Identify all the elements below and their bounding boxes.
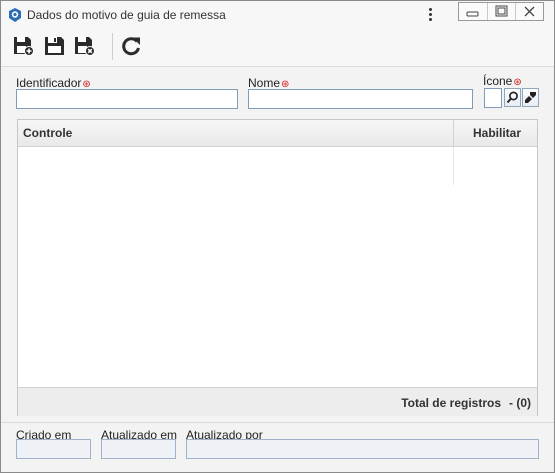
column-header-habilitar[interactable]: Habilitar [473, 126, 521, 140]
total-records-count: - (0) [509, 396, 531, 410]
toolbar-separator [112, 33, 113, 60]
eraser-icon [523, 92, 538, 109]
identificador-label: Identificador⊛ [16, 76, 91, 90]
grid-footer: Total de registros - (0) [18, 387, 537, 416]
icon-search-button[interactable] [504, 88, 521, 107]
save-close-button[interactable] [73, 34, 97, 58]
search-icon [505, 91, 520, 109]
updated-field [101, 439, 176, 459]
maximize-button[interactable] [487, 3, 515, 20]
app-logo-icon [7, 7, 23, 23]
close-button[interactable] [515, 3, 543, 20]
grid-header: Controle Habilitar [18, 120, 537, 147]
icone-label: Ícone⊛ [483, 74, 522, 88]
icon-clear-button[interactable] [522, 88, 539, 107]
save-close-icon [73, 37, 97, 61]
save-new-icon [12, 37, 36, 61]
total-records-label: Total de registros [401, 396, 501, 410]
identificador-input[interactable] [16, 89, 238, 109]
title-bar: Dados do motivo de guia de remessa [1, 1, 554, 29]
refresh-icon [119, 37, 143, 61]
minimize-button[interactable] [459, 3, 486, 20]
nome-label: Nome⊛ [248, 76, 290, 90]
save-icon [43, 37, 67, 61]
window-controls [458, 2, 544, 21]
nome-input[interactable] [248, 89, 473, 109]
updated-by-field [186, 439, 539, 459]
refresh-button[interactable] [119, 34, 143, 58]
icon-preview-box [484, 88, 502, 108]
created-field [16, 439, 91, 459]
column-header-controle[interactable]: Controle [23, 126, 72, 140]
window-title: Dados do motivo de guia de remessa [27, 8, 226, 22]
column-divider [453, 120, 454, 146]
save-new-button[interactable] [12, 34, 36, 58]
column-divider [453, 147, 454, 185]
footer-divider [1, 422, 554, 423]
more-options-icon[interactable] [425, 6, 435, 24]
toolbar [1, 29, 554, 67]
save-button[interactable] [43, 34, 67, 58]
controls-grid: Controle Habilitar Total de registros - … [17, 119, 538, 416]
required-icon: ⊛ [513, 77, 522, 88]
dialog-window: Dados do motivo de guia de remessa Ident… [0, 0, 555, 473]
